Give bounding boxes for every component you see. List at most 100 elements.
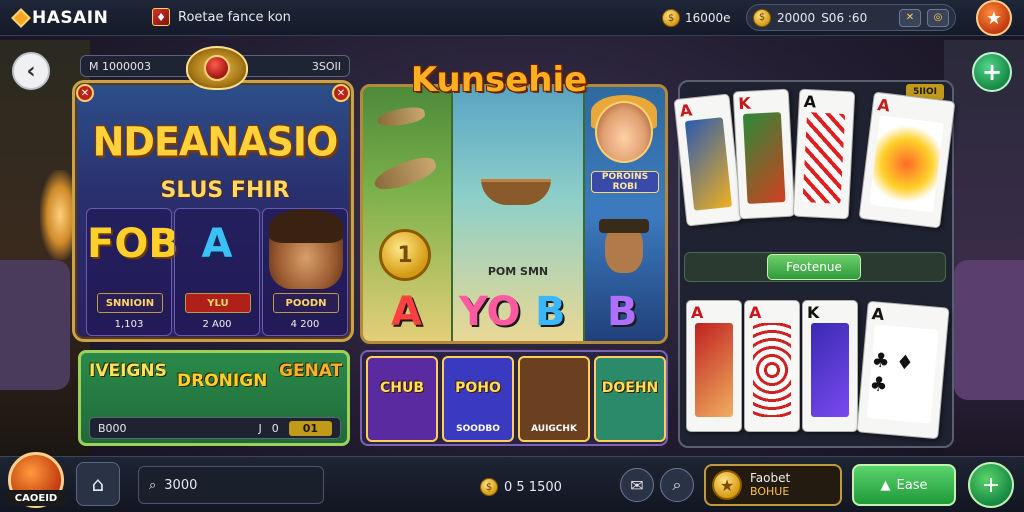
mini-game-card[interactable]: DOEHN [594, 356, 666, 442]
slot-subtitle: SLUS FHIR [160, 178, 290, 203]
search-icon: ⌕ [149, 477, 157, 493]
card-rank: A [691, 303, 704, 322]
reel-tag: POODN [273, 293, 339, 313]
bonus-item[interactable]: IVEIGNS [89, 361, 167, 381]
reel-1[interactable]: FOB SNNIOIN 1,103 [86, 208, 179, 336]
center-game-title: Kunsehie [410, 60, 588, 100]
menu-button[interactable]: + [968, 462, 1014, 508]
home-icon: ⌂ [91, 472, 105, 496]
card-art [684, 117, 733, 211]
card-art [869, 115, 944, 213]
logo-text: HASAIN [32, 8, 109, 28]
card-art [802, 112, 846, 204]
chevron-left-icon: ‹ [26, 58, 36, 84]
search-value: 3000 [164, 477, 198, 493]
card-rank: A [749, 303, 762, 322]
reel-value: 4 200 [290, 319, 320, 330]
playing-card[interactable]: A [744, 300, 800, 432]
coin-icon: $ [480, 478, 498, 496]
card-rank: A [678, 100, 694, 121]
bonus-bar-badge: 01 [288, 420, 332, 436]
bonus-bar-mid-a: J [258, 421, 262, 435]
playing-card[interactable]: A [792, 88, 856, 220]
reel-symbol: A [201, 221, 233, 267]
card-art [695, 323, 733, 417]
promo-button[interactable]: ★ Faobet BOHUE [704, 464, 842, 506]
reel-tag: SNNIOIN [97, 293, 163, 313]
bonus-bar-mid-b: 0 [271, 421, 279, 435]
playing-card[interactable]: A [858, 91, 956, 229]
gift-icon: ✉ [630, 475, 644, 495]
bonus-bar-value: B000 [98, 421, 127, 435]
character-hair [269, 209, 343, 243]
sofa-left [0, 260, 70, 390]
character-portrait [595, 101, 653, 163]
favorites-button[interactable]: ★ [976, 0, 1012, 36]
slot-game-card-2[interactable]: 1 A POM SMN YO B POROINS ROBI B [360, 84, 668, 344]
add-button[interactable]: + [972, 52, 1012, 92]
card-art [811, 323, 849, 417]
reel-3[interactable]: POODN 4 200 [262, 208, 348, 336]
boat-icon [481, 179, 551, 205]
feature-button[interactable]: Feotenue [767, 254, 861, 280]
magnifier-icon: ⌕ [672, 475, 682, 494]
close-icon[interactable]: ✕ [76, 84, 94, 102]
game-name: Roetae fance kon [178, 9, 291, 25]
reel-value: 2 A00 [202, 319, 232, 330]
playing-card[interactable]: K [732, 88, 796, 220]
home-button[interactable]: ⌂ [76, 462, 120, 506]
bonus-item[interactable]: GENAT [279, 361, 342, 381]
gem-icon [204, 55, 230, 81]
playing-card[interactable]: A [686, 300, 742, 432]
wallet-settings-button[interactable]: ◎ [927, 8, 949, 27]
play-button[interactable]: ▲ Ease [852, 464, 956, 506]
back-button[interactable]: ‹ [12, 52, 50, 90]
card-rank: A [876, 95, 892, 116]
mini-game-label: DOEHN [601, 380, 659, 396]
sofa-right [954, 260, 1024, 400]
letter-symbol: B [607, 289, 638, 335]
top-bar: HASAIN ♦ Roetae fance kon $ 16000e $ 200… [0, 0, 1024, 36]
gift-button[interactable]: ✉ [620, 468, 654, 502]
search-button[interactable]: ⌕ [660, 468, 694, 502]
bonus-item[interactable]: DRONIGN [177, 371, 267, 391]
close-icon[interactable]: ✕ [332, 84, 350, 102]
playing-card[interactable]: K [802, 300, 858, 432]
reel-tag: YLU [185, 293, 251, 313]
promo-subtitle: BOHUE [750, 485, 790, 498]
coin-counter: $ 16000e [662, 9, 731, 27]
coin-stack-icon: $ [662, 9, 680, 27]
mountain-icon: ▲ [880, 477, 891, 493]
bottom-coin-counter: $ 0 5 1500 [480, 478, 562, 496]
bonus-row[interactable]: IVEIGNS DRONIGN GENAT B000 J 0 01 [78, 350, 350, 446]
promo-title: Faobet [750, 471, 791, 485]
slot-header-left: M 1000003 [89, 59, 151, 73]
reel-2[interactable]: A YLU 2 A00 [174, 208, 260, 336]
fish-icon [375, 104, 427, 130]
star-coin-icon: ★ [712, 470, 742, 500]
letter-symbol: YO [459, 289, 521, 335]
jungle-column: 1 A [363, 87, 451, 341]
portrait-label: POROINS ROBI [591, 171, 659, 193]
diamond-icon [11, 8, 31, 28]
search-input[interactable]: ⌕ 3000 [138, 466, 324, 504]
star-icon: ★ [985, 7, 1003, 29]
mini-game-card[interactable]: POHO SOODBO [442, 356, 514, 442]
app-logo[interactable]: HASAIN [11, 6, 109, 30]
hat-icon [599, 219, 649, 233]
letter-symbol: B [535, 289, 566, 335]
wallet-add-button[interactable]: ✕ [899, 8, 921, 27]
mini-game-card[interactable]: CHUB [366, 356, 438, 442]
mini-game-row: CHUB POHO SOODBO AUIGCHK DOEHN [360, 350, 668, 446]
wallet-value: 20000 [777, 10, 816, 25]
bonus-bar: B000 J 0 01 [89, 417, 341, 439]
lagoon-column: POM SMN YO B [453, 87, 583, 341]
center-small-label: POM SMN [487, 265, 549, 278]
wallet[interactable]: $ 20000 S06 :60 ✕ ◎ [746, 4, 956, 31]
mini-game-card[interactable]: AUIGCHK [518, 356, 590, 442]
playing-card[interactable]: A ♣ ♦ ♣ [856, 300, 950, 440]
bottom-coin-value: 0 5 1500 [504, 479, 562, 495]
card-rank: A [870, 304, 885, 325]
card-art [742, 112, 786, 204]
wallet-value-secondary: S06 :60 [821, 10, 868, 25]
